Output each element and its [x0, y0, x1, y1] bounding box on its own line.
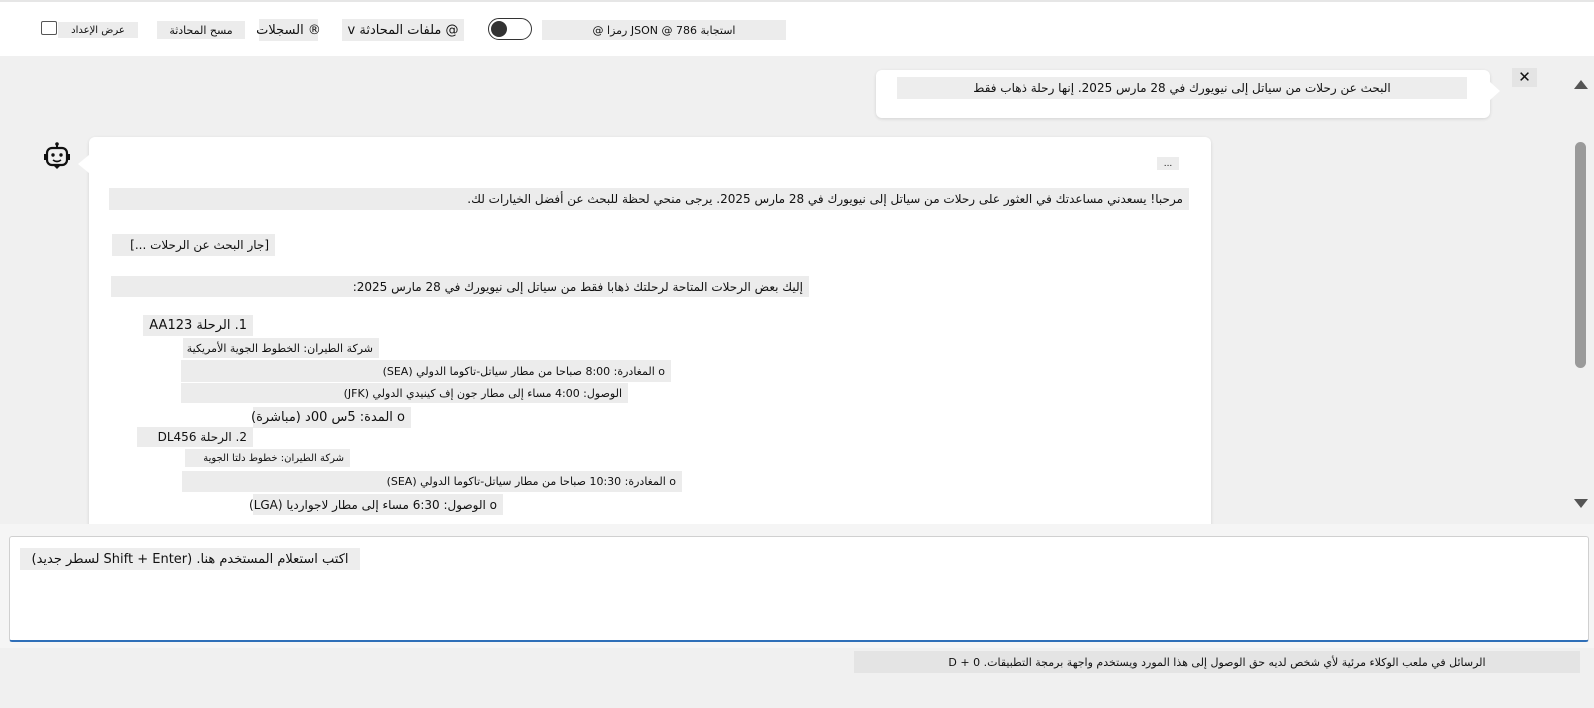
- chat-area: البحث عن رحلات من سياتل إلى نيويورك في 2…: [0, 56, 1594, 524]
- toggle-knob: [491, 21, 507, 37]
- close-icon[interactable]: ✕: [1512, 68, 1537, 87]
- chat-scrollbar[interactable]: [1566, 74, 1594, 514]
- flight-1-departure: o المغادرة: 8:00 صباحا من مطار سياتل-تاك…: [181, 360, 671, 382]
- scroll-thumb[interactable]: [1575, 142, 1586, 368]
- flight-1-title: 1. الرحلة AA123: [143, 315, 253, 336]
- message-options-button[interactable]: ...: [1157, 157, 1179, 170]
- footer-notice: الرسائل في ملعب الوكلاء مرئية لأي شخص لد…: [854, 651, 1580, 673]
- bot-icon: [44, 142, 70, 169]
- flight-2-arrival: o الوصول: 6:30 مساء إلى مطار لاجوارديا (…: [249, 494, 503, 515]
- clear-chat-button[interactable]: مسح المحادثة: [157, 21, 245, 39]
- user-message-bubble: البحث عن رحلات من سياتل إلى نيويورك في 2…: [876, 70, 1500, 118]
- flight-1-airline: شركة الطيران: الخطوط الجوية الأمريكية: [183, 338, 379, 358]
- flight-2-departure: o المغادرة: 10:30 صباحا من مطار سياتل-تا…: [182, 471, 682, 492]
- logs-button[interactable]: ® السجلات: [256, 19, 321, 41]
- flight-1-arrival: الوصول: 4:00 مساء إلى مطار جون إف كينيدي…: [181, 383, 628, 403]
- scroll-down-icon[interactable]: [1574, 499, 1588, 508]
- display-settings-button[interactable]: عرض الإعداد: [58, 22, 138, 38]
- response-format-field[interactable]: استجابة 786 @ JSON رمزا @: [542, 20, 786, 40]
- display-settings-checkbox[interactable]: [41, 21, 57, 35]
- flights-intro-text: إليك بعض الرحلات المتاحة لرحلتك ذهابا فق…: [111, 276, 809, 297]
- assistant-greeting-text: مرحبا! يسعدني مساعدتك في العثور على رحلا…: [109, 188, 1189, 210]
- footer: الرسائل في ملعب الوكلاء مرئية لأي شخص لد…: [0, 648, 1594, 708]
- user-message-text: البحث عن رحلات من سياتل إلى نيويورك في 2…: [897, 77, 1467, 99]
- flight-1-duration: o المدة: 5س 00د (مباشرة): [251, 407, 411, 428]
- searching-status-text: [جار البحث عن الرحلات ...]: [112, 234, 275, 256]
- scroll-up-icon[interactable]: [1574, 80, 1588, 89]
- flight-2-title: 2. الرحلة DL456: [137, 427, 253, 447]
- top-toolbar: عرض الإعداد مسح المحادثة ® السجلات @ ملف…: [0, 0, 1594, 56]
- user-query-input[interactable]: اكتب استعلام المستخدم هنا. (Shift + Ente…: [9, 536, 1589, 642]
- chat-files-dropdown[interactable]: @ ملفات المحادثة v: [342, 19, 464, 41]
- streaming-toggle[interactable]: [488, 18, 532, 40]
- assistant-message-bubble: ... مرحبا! يسعدني مساعدتك في العثور على …: [78, 137, 1211, 524]
- flight-2-airline: شركة الطيران: خطوط دلتا الجوية: [185, 449, 350, 467]
- input-placeholder: اكتب استعلام المستخدم هنا. (Shift + Ente…: [20, 548, 360, 570]
